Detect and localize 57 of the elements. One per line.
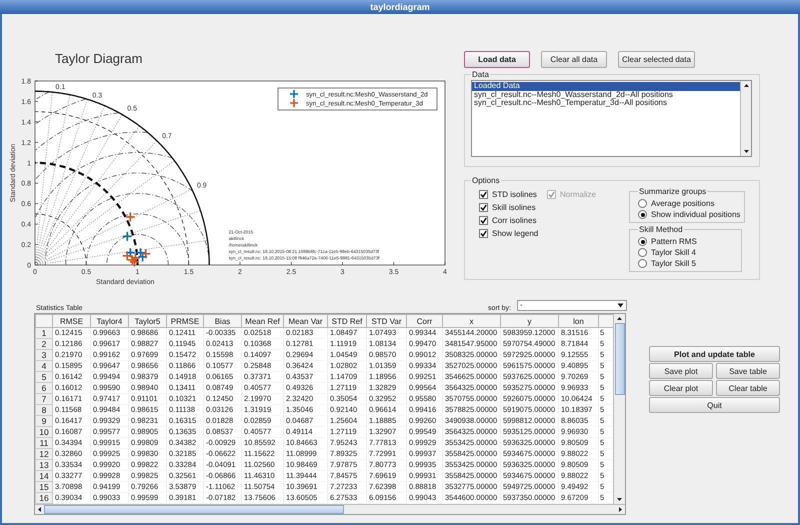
checkbox-label[interactable]: STD isolines: [492, 190, 537, 199]
row-header: 10: [36, 426, 52, 438]
checkbox-label[interactable]: Corr isolines: [492, 216, 536, 225]
row-header: 2: [36, 338, 52, 350]
row-header: 15: [36, 482, 52, 492]
column-header[interactable]: x: [442, 314, 500, 328]
action-button[interactable]: Plot and update table: [649, 346, 780, 362]
radio-label[interactable]: Show individual positions: [651, 210, 740, 219]
chart-title: Taylor Diagram: [55, 51, 142, 66]
action-button[interactable]: Save table: [716, 363, 780, 379]
row-header: 7: [36, 394, 52, 404]
row-header: 8: [36, 404, 52, 416]
column-header[interactable]: Mean Var: [284, 314, 328, 328]
group-title: Data: [472, 70, 489, 79]
column-header[interactable]: Taylor4: [90, 314, 128, 328]
action-button[interactable]: Quit: [649, 397, 780, 413]
column-header[interactable]: STD Ref: [328, 314, 366, 328]
column-header[interactable]: Bias: [204, 314, 242, 328]
column-header[interactable]: y: [500, 314, 558, 328]
row-header: 9: [36, 416, 52, 426]
column-header[interactable]: PRMSE: [166, 314, 204, 328]
window-title: taylordiagram: [370, 2, 430, 12]
checkbox-label[interactable]: Show legend: [492, 229, 538, 238]
row-header: 11: [36, 438, 52, 448]
row-header: 4: [36, 360, 52, 372]
radio-label[interactable]: Taylor Skill 4: [651, 248, 696, 257]
column-header[interactable]: Mean Ref: [242, 314, 284, 328]
column-header[interactable]: Taylor5: [128, 314, 166, 328]
data-list[interactable]: Loaded Data syn_cl_result.nc--Mesh0_Wasserstand_2d--All positions syn_cl_result.nc--Mesh0_Temperatur_3d--All positions: [471, 80, 752, 157]
panel-button[interactable]: Clear selected data: [618, 51, 695, 68]
radio-label[interactable]: Taylor Skill 5: [651, 259, 696, 268]
list-item[interactable]: syn_cl_result.nc--Mesh0_Temperatur_3d--All positions: [472, 99, 740, 108]
list-item[interactable]: Loaded Data: [472, 82, 740, 91]
row-header: 6: [36, 382, 52, 394]
column-header[interactable]: RMSE: [52, 314, 90, 328]
row-header: 5: [36, 372, 52, 382]
radio-label[interactable]: Pattern RMS: [651, 237, 697, 246]
group-title: Skill Method: [639, 225, 683, 234]
row-header: 14: [36, 470, 52, 482]
row-header: 12: [36, 448, 52, 460]
panel-button[interactable]: Load data: [464, 51, 530, 68]
radio-label[interactable]: Average positions: [651, 199, 714, 208]
column-header[interactable]: STD Var: [366, 314, 406, 328]
row-header: 3: [36, 350, 52, 360]
checkbox-label[interactable]: Skill isolines: [492, 203, 536, 212]
list-item[interactable]: syn_cl_result.nc--Mesh0_Wasserstand_2d--All positions: [472, 90, 740, 100]
row-header: 1: [36, 328, 52, 338]
row-header: 16: [36, 492, 52, 504]
panel-button[interactable]: Clear all data: [541, 51, 607, 68]
action-button[interactable]: Clear plot: [649, 380, 713, 396]
action-button[interactable]: Save plot: [649, 363, 713, 379]
group-title: Options: [472, 176, 500, 185]
column-header[interactable]: lon: [558, 314, 598, 328]
column-header[interactable]: Corr: [406, 314, 442, 328]
group-title: Summarize groups: [639, 187, 706, 196]
row-header: 13: [36, 460, 52, 470]
action-button[interactable]: Clear table: [716, 380, 780, 396]
